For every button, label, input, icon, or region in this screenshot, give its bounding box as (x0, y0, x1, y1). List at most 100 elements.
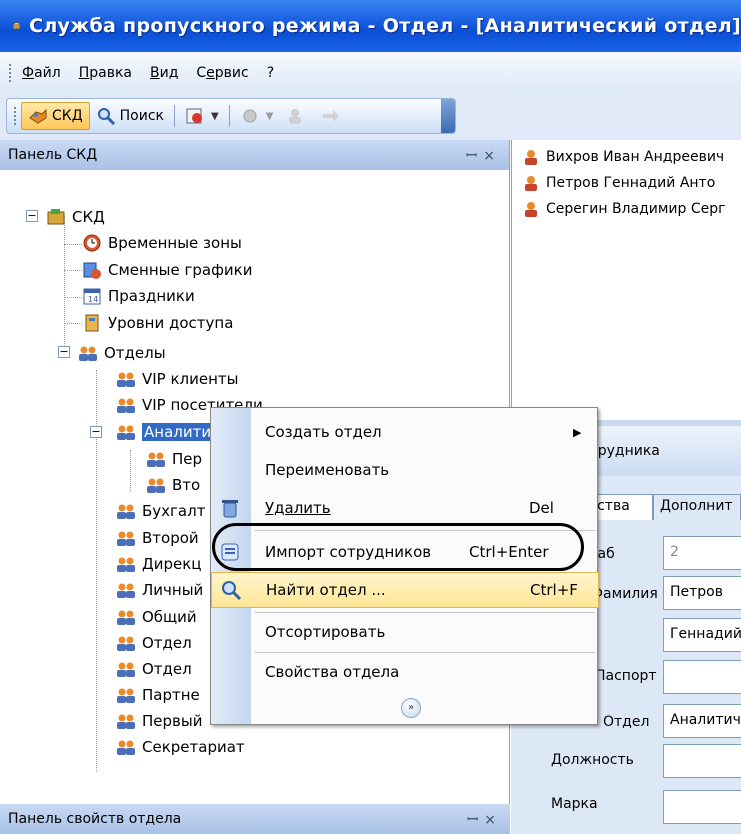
menu-separator (255, 652, 595, 653)
tree-item-shift-schedules[interactable]: Сменные графики (82, 257, 252, 283)
pin-icon[interactable]: ꟷ (466, 148, 483, 164)
tree-item-dept[interactable]: Общий (116, 604, 197, 630)
skd-button[interactable]: СКД (21, 102, 90, 130)
department-properties-title: Панель свойств отдела (8, 811, 182, 827)
toolbar-overflow-button[interactable] (441, 99, 455, 133)
group-icon (117, 398, 135, 413)
submenu-arrow-icon: ▶ (573, 425, 582, 439)
search-icon (222, 581, 242, 601)
tree-item-dept[interactable]: Второй (116, 525, 199, 551)
chevron-down-icon: ▼ (265, 110, 274, 122)
delete-icon (222, 500, 238, 518)
skd-panel-title: Панель СКД (8, 147, 98, 163)
label-passport: Паспорт (595, 668, 657, 684)
tree-item-subdept[interactable]: Вто (146, 472, 200, 498)
tree-item-access-levels[interactable]: Уровни доступа (82, 310, 233, 336)
tree-item-holidays[interactable]: 14 Праздники (82, 283, 195, 309)
tree-item-dept[interactable]: Личный (116, 577, 203, 603)
group-icon (117, 504, 135, 519)
menu-item-department-properties[interactable]: Свойства отдела (211, 654, 599, 690)
group-icon (117, 714, 135, 729)
calendar-icon: 14 (83, 288, 101, 305)
number-field[interactable]: 2 (663, 536, 741, 570)
group-icon (117, 688, 135, 703)
group-icon (147, 452, 165, 467)
toolbar-separator (174, 105, 176, 127)
tree-item-skd[interactable]: СКД (46, 204, 105, 230)
window-title: Служба пропускного режима - Отдел - [Ана… (29, 15, 741, 37)
toolbar-row: СКД Поиск ▼ ▼ (0, 94, 741, 140)
report-icon (186, 108, 203, 124)
menu-view[interactable]: Вид (150, 65, 178, 81)
menu-file[interactable]: Файл (22, 65, 61, 81)
clock-icon (83, 234, 101, 252)
menu-item-delete[interactable]: Удалить Del (211, 490, 599, 526)
toolbar-separator (228, 105, 230, 127)
close-icon[interactable]: × (483, 148, 501, 164)
employee-item[interactable]: Петров Геннадий Анто (522, 174, 715, 192)
group-icon (117, 740, 135, 755)
menu-bar: Файл Правка Вид Сервис ? (0, 52, 741, 94)
tree-item-dept[interactable]: Бухгалт (116, 498, 205, 524)
group-icon (117, 583, 135, 598)
user-icon (525, 202, 537, 217)
pin-icon[interactable]: ꟷ (467, 812, 484, 828)
toolbar: СКД Поиск ▼ ▼ (6, 98, 456, 134)
expand-menu-icon[interactable]: » (401, 698, 421, 718)
tree-item-time-zones[interactable]: Временные зоны (82, 230, 242, 256)
disabled-user-icon (289, 109, 302, 124)
group-icon (117, 425, 135, 440)
title-bar: Служба пропускного режима - Отдел - [Ана… (0, 0, 741, 52)
skd-button-label: СКД (52, 108, 83, 124)
mark-field[interactable] (663, 790, 741, 824)
highlight-annotation (212, 523, 584, 571)
menu-item-rename[interactable]: Переименовать (211, 452, 599, 488)
skd-panel-header: Панель СКД ꟷ× (0, 140, 509, 170)
tree-collapse-root[interactable]: − (26, 210, 38, 222)
action-button-2[interactable] (279, 102, 315, 130)
group-icon (117, 636, 135, 651)
tree-item-dept[interactable]: Дирекц (116, 551, 202, 577)
tree-collapse-departments[interactable]: − (58, 346, 70, 358)
menu-edit[interactable]: Правка (79, 65, 132, 81)
passport-field[interactable] (663, 660, 741, 694)
employee-item[interactable]: Вихров Иван Андреевич (522, 148, 724, 166)
department-field[interactable]: Аналитический (663, 704, 741, 738)
tree-item-subdept[interactable]: Пер (146, 446, 202, 472)
skd-icon (29, 108, 47, 124)
svg-text:14: 14 (88, 295, 98, 304)
search-button[interactable]: Поиск (90, 102, 170, 130)
tab-additional[interactable]: Дополнит (653, 494, 741, 520)
group-icon (117, 610, 135, 625)
label-mark: Марка (551, 796, 598, 812)
name-field[interactable]: Геннадий (663, 618, 741, 652)
tree-item-dept[interactable]: Отдел (116, 656, 192, 682)
menu-item-create-department[interactable]: Создать отдел ▶ (211, 414, 599, 450)
tree-item-dept[interactable]: VIP клиенты (116, 366, 239, 392)
menu-service[interactable]: Сервис (196, 65, 248, 81)
menubar-grip (8, 63, 12, 83)
disabled-arrow-icon (323, 110, 340, 122)
tree-item-dept[interactable]: Секретариат (116, 734, 245, 760)
close-icon[interactable]: × (484, 812, 502, 828)
tree-item-dept[interactable]: Первый (116, 708, 202, 734)
position-field[interactable] (663, 744, 741, 778)
tree-item-dept[interactable]: Партне (116, 682, 200, 708)
group-icon (147, 478, 165, 493)
access-level-icon (85, 314, 99, 332)
action-button-3[interactable] (315, 102, 351, 130)
surname-field[interactable]: Петров (663, 576, 741, 610)
menu-item-find-department[interactable]: Найти отдел ... Ctrl+F (211, 572, 599, 608)
menu-help[interactable]: ? (267, 65, 274, 81)
report-button[interactable]: ▼ (179, 102, 225, 130)
search-icon (97, 108, 115, 126)
tree-item-dept[interactable]: Отдел (116, 630, 192, 656)
tree-collapse-analytical[interactable]: − (90, 426, 102, 438)
group-icon (79, 346, 97, 361)
department-properties-header: Панель свойств отдела ꟷ× (0, 804, 510, 834)
tree-item-departments[interactable]: Отделы (78, 340, 166, 366)
panel-controls: ꟷ× (467, 810, 502, 829)
employee-item[interactable]: Серегин Владимир Серг (522, 200, 725, 218)
menu-item-sort[interactable]: Отсортировать (211, 614, 599, 650)
action-button-1[interactable]: ▼ (234, 102, 280, 130)
